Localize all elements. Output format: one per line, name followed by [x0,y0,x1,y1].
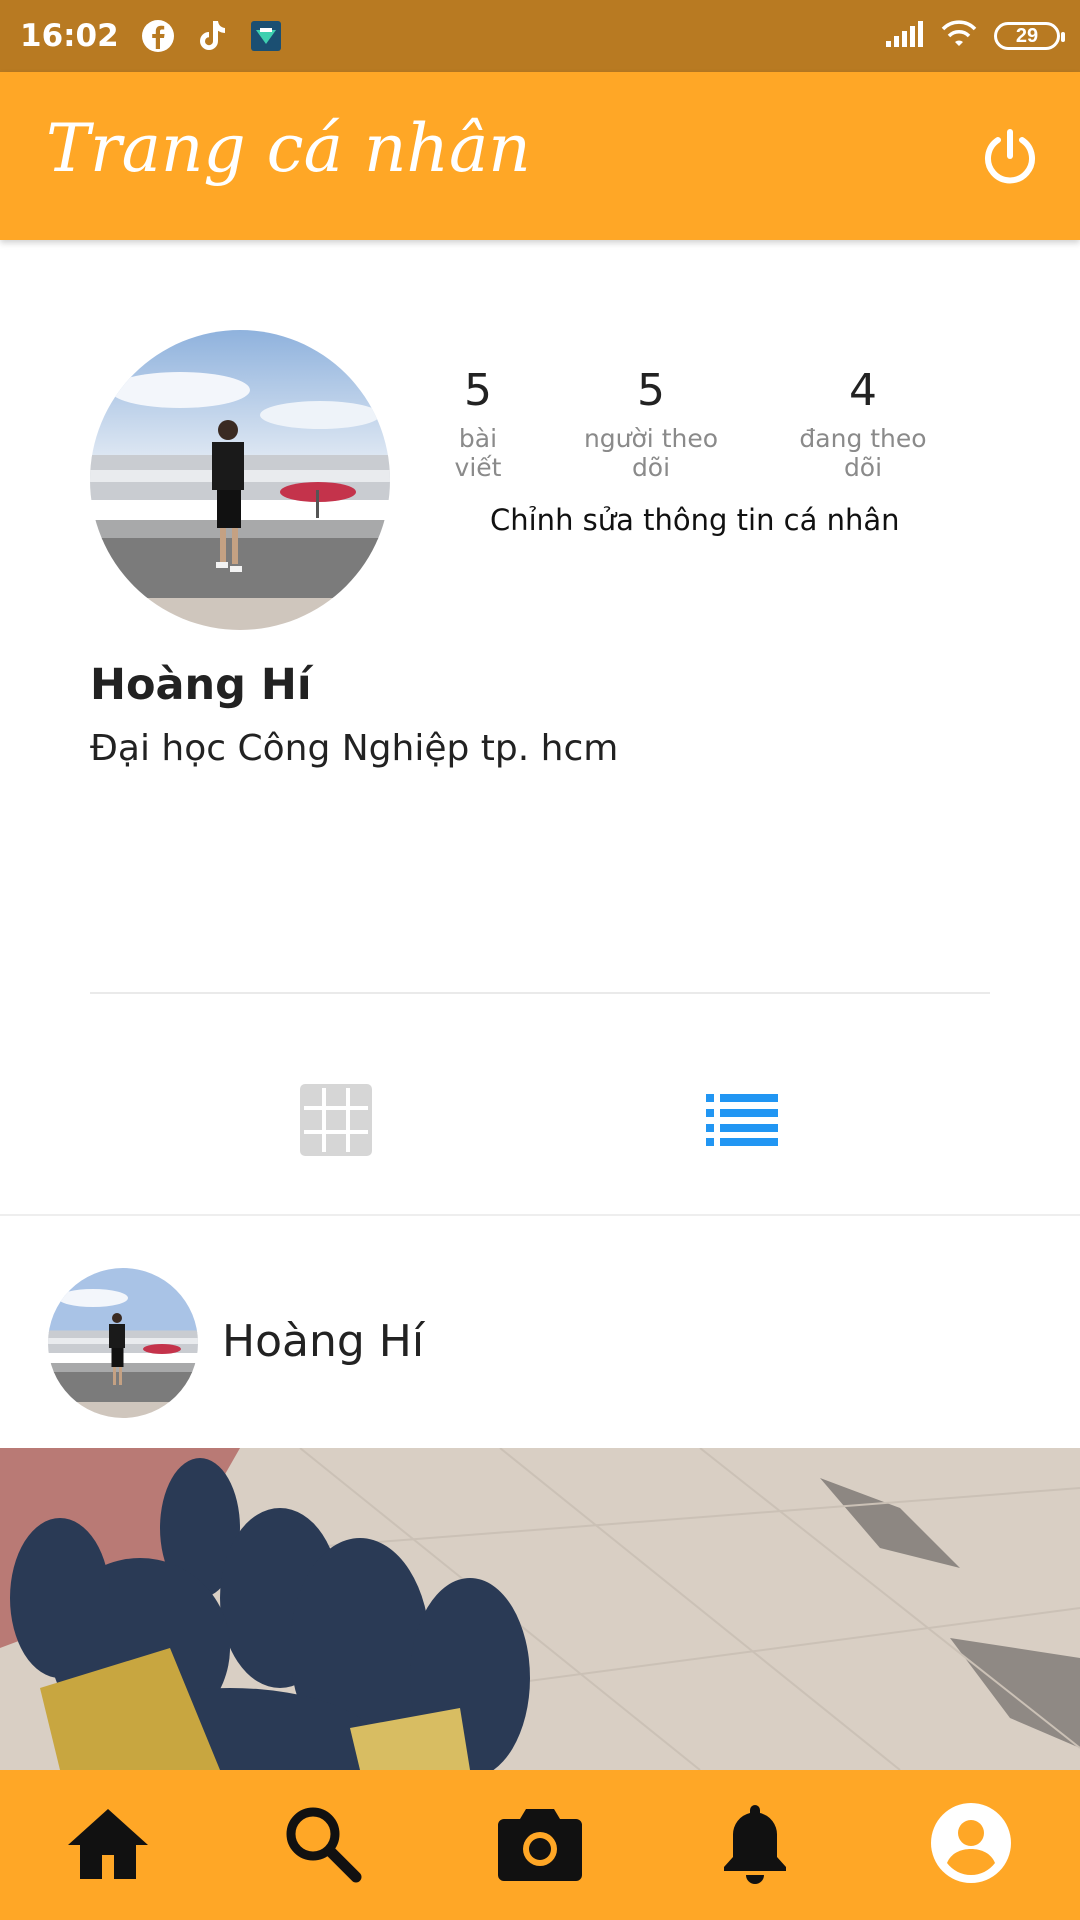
divider [90,992,990,994]
search-icon[interactable] [277,1798,367,1888]
stat-label: bài viết [454,424,502,482]
list-icon [706,1094,778,1146]
status-bar: 16:02 29 [0,0,1080,72]
account-icon[interactable] [926,1798,1016,1888]
post-image[interactable] [0,1448,1080,1770]
battery-indicator: 29 [994,22,1065,50]
stat-posts: 5 bài viết [432,365,524,482]
edit-profile-button[interactable]: Chỉnh sửa thông tin cá nhân [490,503,900,537]
stat-label: người theo dõi [583,424,719,482]
facebook-icon [141,19,175,53]
status-time: 16:02 [20,18,119,54]
app-bar: Trang cá nhân [0,72,1080,240]
stat-label: đang theo dõi [799,424,927,482]
stat-value: 5 [637,365,665,416]
status-right-group: 29 [884,0,1065,72]
stat-value: 5 [464,365,492,416]
page-title: Trang cá nhân [46,110,531,187]
stat-followers[interactable]: 5 người theo dõi [562,365,740,482]
grid-view-button[interactable] [298,1082,374,1158]
bottom-navigation [0,1770,1080,1920]
power-icon[interactable] [980,126,1040,186]
profile-name: Hoàng Hí [90,660,312,710]
app-icon [249,19,283,53]
stat-following[interactable]: 4 đang theo dõi [780,365,946,482]
home-icon[interactable] [63,1798,153,1888]
divider [0,1214,1080,1216]
camera-icon[interactable] [495,1798,585,1888]
wifi-icon [940,19,978,54]
post-author-name[interactable]: Hoàng Hí [222,1316,424,1367]
post-author-avatar[interactable] [48,1268,198,1418]
stat-value: 4 [849,365,877,416]
profile-bio: Đại học Công Nghiệp tp. hcm [90,728,619,769]
avatar[interactable] [90,330,390,630]
grid-icon [300,1084,372,1156]
tiktok-icon [195,19,229,53]
list-view-button[interactable] [706,1092,778,1148]
notification-icon[interactable] [710,1798,800,1888]
signal-icon [884,19,924,54]
